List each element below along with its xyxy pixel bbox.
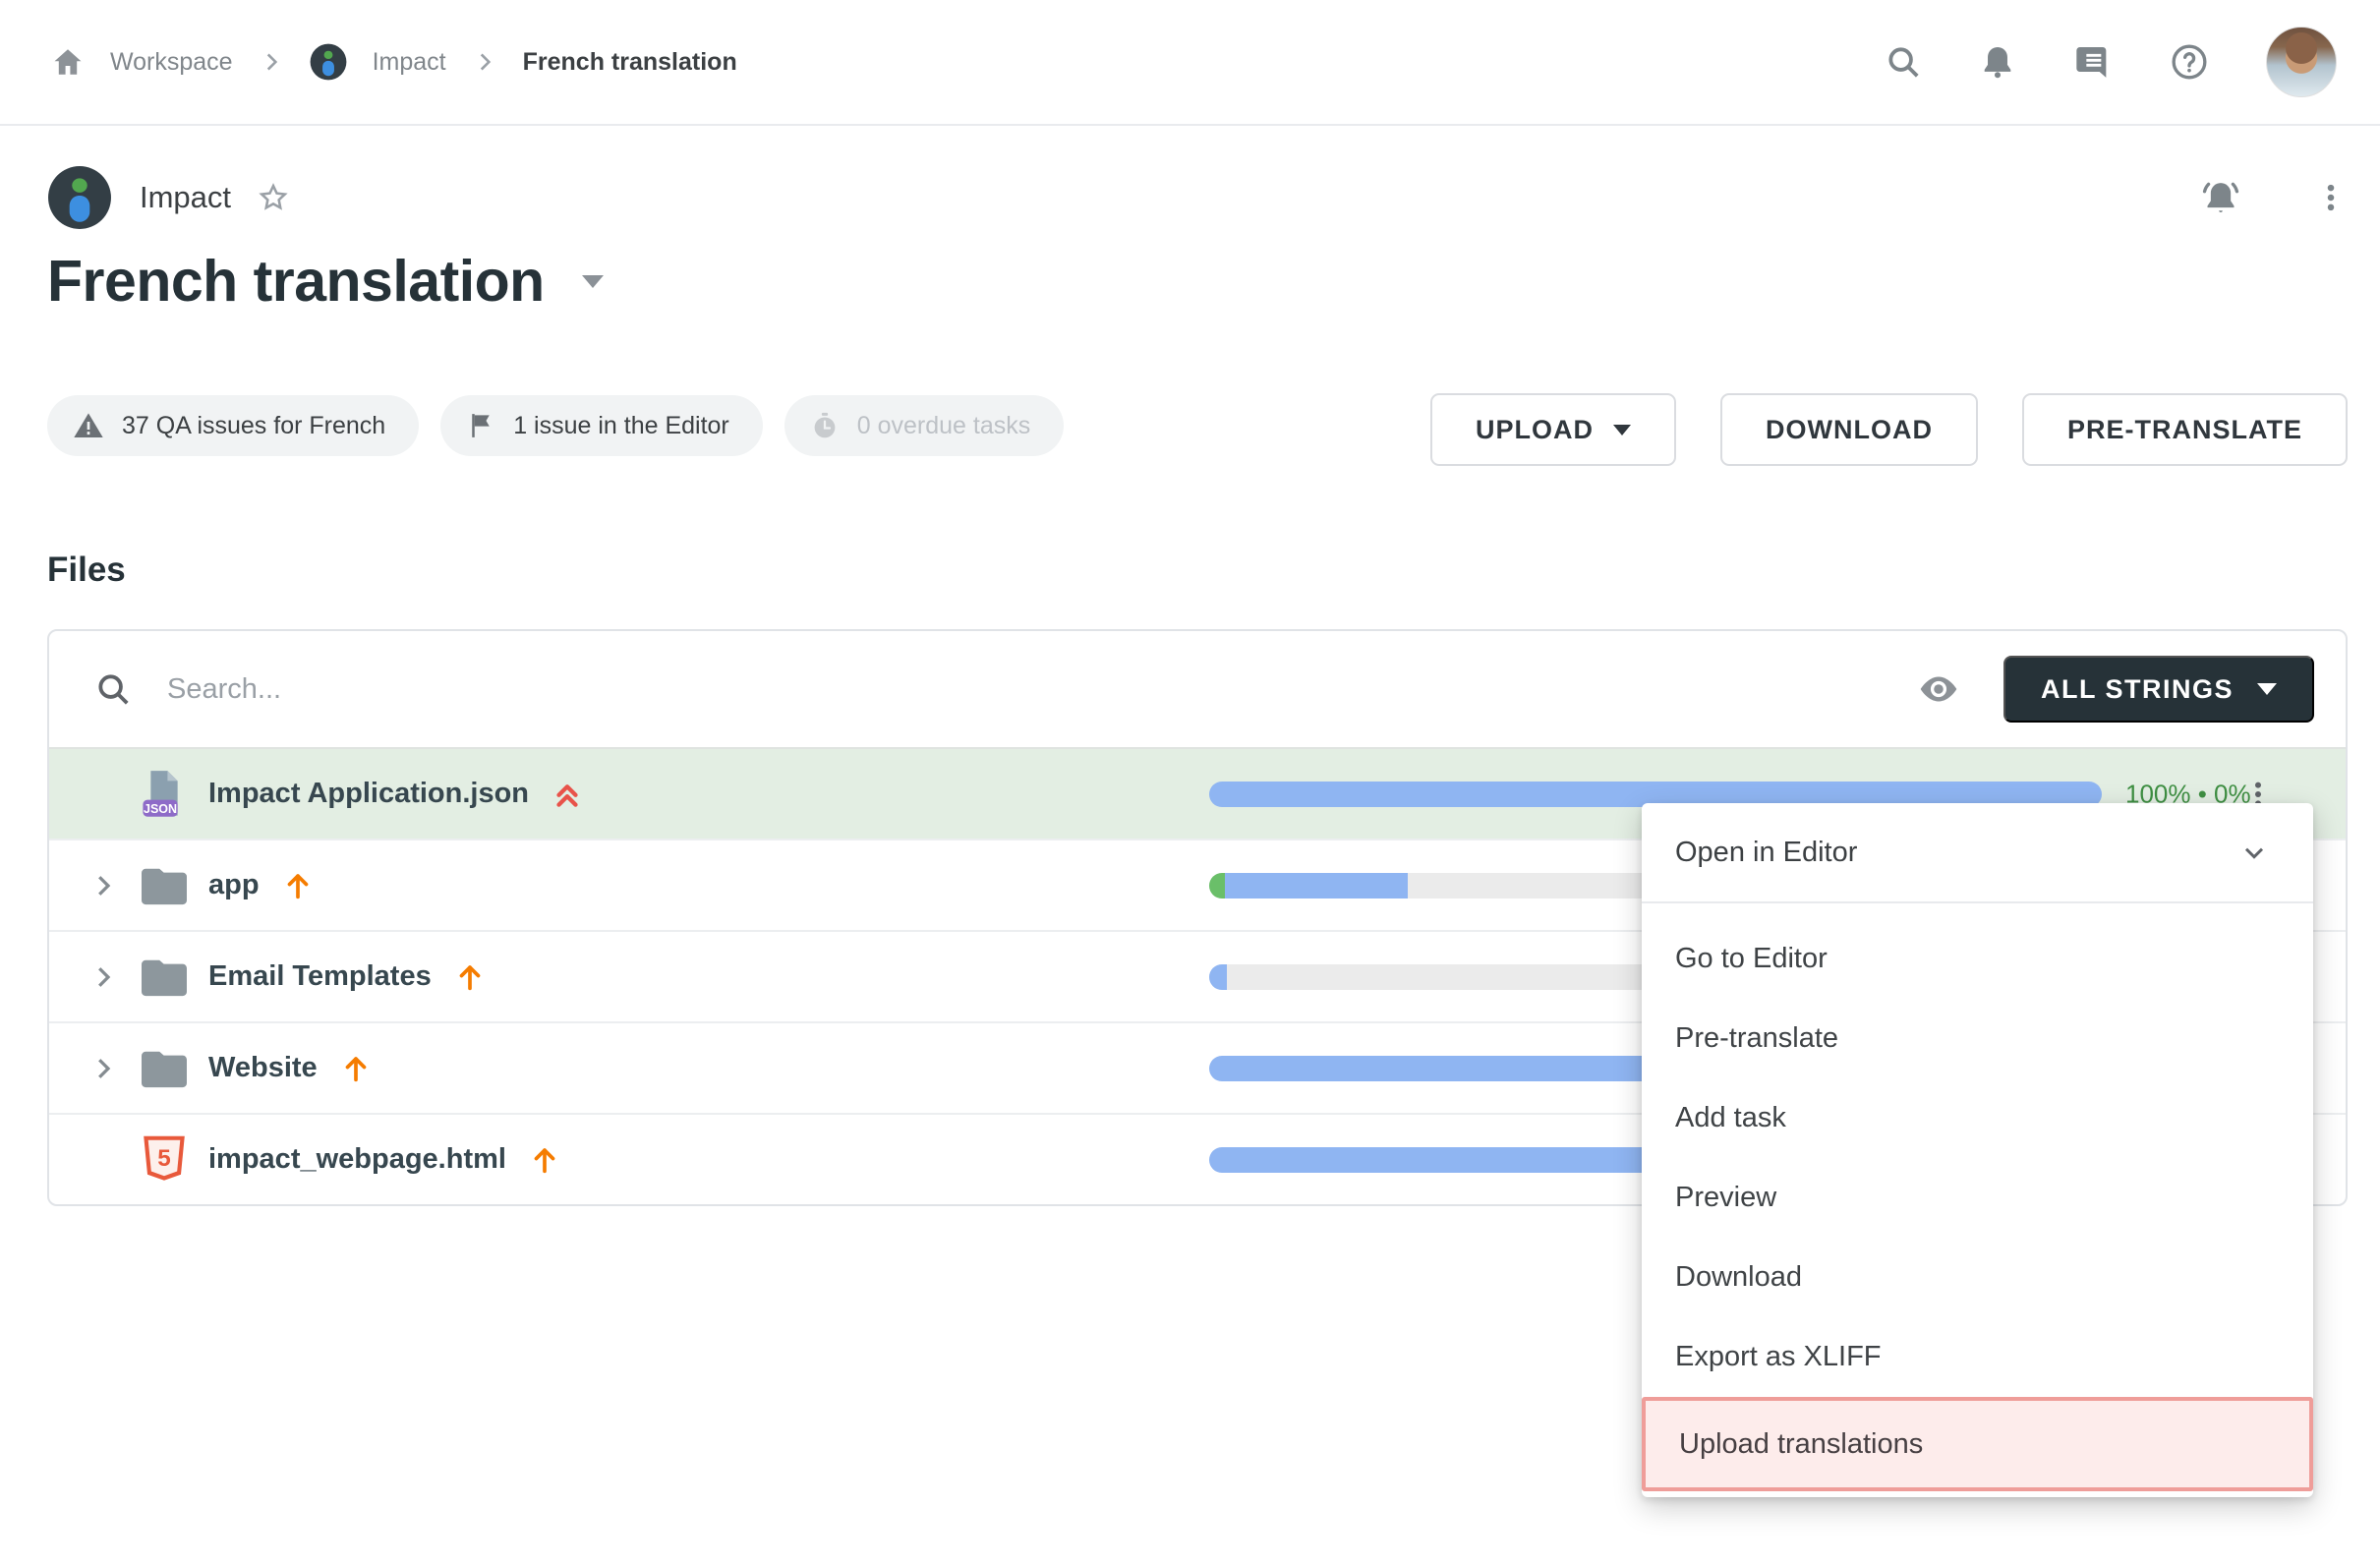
file-name: Impact Application.json <box>208 778 529 810</box>
flag-icon <box>466 411 495 440</box>
visibility-eye-icon[interactable] <box>1917 667 1960 711</box>
expand-chevron-icon[interactable] <box>88 871 118 900</box>
files-search-icon <box>94 670 132 708</box>
upload-button-label: UPLOAD <box>1476 415 1594 445</box>
search-icon[interactable] <box>1885 43 1922 81</box>
folder-name: Email Templates <box>208 960 432 993</box>
download-button-label: DOWNLOAD <box>1766 415 1933 445</box>
menu-item-download[interactable]: Download <box>1642 1238 2313 1317</box>
upload-arrow-icon <box>453 960 487 994</box>
qa-issues-label: 37 QA issues for French <box>122 412 385 440</box>
file-name: impact_webpage.html <box>208 1143 506 1176</box>
files-search-input[interactable] <box>167 673 1917 706</box>
overdue-tasks-badge[interactable]: 0 overdue tasks <box>784 395 1065 456</box>
upload-caret-icon <box>1613 425 1631 435</box>
user-avatar[interactable] <box>2266 27 2337 97</box>
help-icon[interactable] <box>2170 42 2209 82</box>
project-name: Impact <box>140 180 231 215</box>
warning-icon <box>73 410 104 441</box>
project-notifications-icon[interactable] <box>2200 177 2241 218</box>
folder-name: Website <box>208 1052 318 1084</box>
menu-item-open-in-editor[interactable]: Open in Editor <box>1642 803 2313 903</box>
chevron-down-icon <box>2238 837 2270 868</box>
file-context-menu: Open in Editor Go to Editor Pre-translat… <box>1642 803 2313 1497</box>
all-strings-filter-button[interactable]: ALL STRINGS <box>2003 656 2314 723</box>
svg-text:5: 5 <box>157 1145 171 1172</box>
project-logo-small <box>310 43 347 81</box>
folder-icon <box>142 1049 187 1088</box>
breadcrumb: Workspace Impact French translation <box>51 43 737 81</box>
pre-translate-button-label: PRE-TRANSLATE <box>2067 415 2302 445</box>
stopwatch-icon <box>810 411 840 440</box>
upload-arrow-icon <box>339 1052 373 1085</box>
home-icon[interactable] <box>51 45 85 79</box>
breadcrumb-current-page: French translation <box>523 48 737 77</box>
folder-icon <box>142 866 187 905</box>
overdue-tasks-label: 0 overdue tasks <box>857 412 1031 440</box>
expand-chevron-icon[interactable] <box>88 962 118 992</box>
qa-issues-badge[interactable]: 37 QA issues for French <box>47 395 419 456</box>
menu-item-export-as-xliff[interactable]: Export as XLIFF <box>1642 1317 2313 1397</box>
download-button[interactable]: DOWNLOAD <box>1720 393 1978 466</box>
project-logo <box>47 165 112 230</box>
files-section-heading: Files <box>47 551 126 590</box>
pre-translate-button[interactable]: PRE-TRANSLATE <box>2022 393 2348 466</box>
breadcrumb-project[interactable]: Impact <box>373 48 446 77</box>
menu-item-add-task[interactable]: Add task <box>1642 1078 2313 1158</box>
menu-item-pre-translate[interactable]: Pre-translate <box>1642 999 2313 1078</box>
chat-icon[interactable] <box>2073 42 2113 82</box>
page-title: French translation <box>47 248 545 315</box>
status-badges: 37 QA issues for French 1 issue in the E… <box>47 395 1064 456</box>
menu-header-label: Open in Editor <box>1675 837 1857 869</box>
upload-arrow-icon <box>528 1143 561 1177</box>
favorite-star-icon[interactable] <box>257 181 290 214</box>
notifications-icon[interactable] <box>1979 43 2016 81</box>
breadcrumb-separator-icon <box>259 49 284 75</box>
folder-name: app <box>208 869 260 901</box>
priority-double-chevron-up-icon <box>551 778 584 811</box>
upload-button[interactable]: UPLOAD <box>1430 393 1676 466</box>
title-dropdown-caret-icon[interactable] <box>582 275 604 288</box>
editor-issues-badge[interactable]: 1 issue in the Editor <box>440 395 763 456</box>
menu-item-preview[interactable]: Preview <box>1642 1158 2313 1238</box>
top-nav-bar: Workspace Impact French translation <box>0 0 2380 126</box>
svg-text:JSON: JSON <box>144 801 177 815</box>
html-file-icon: 5 <box>142 1134 187 1186</box>
project-more-kebab-icon[interactable] <box>2314 181 2348 214</box>
expand-chevron-icon[interactable] <box>88 1054 118 1083</box>
breadcrumb-workspace[interactable]: Workspace <box>110 48 233 77</box>
all-strings-label: ALL STRINGS <box>2041 674 2234 705</box>
menu-item-go-to-editor[interactable]: Go to Editor <box>1642 919 2313 999</box>
editor-issues-label: 1 issue in the Editor <box>513 412 729 440</box>
menu-item-upload-translations[interactable]: Upload translations <box>1642 1397 2313 1491</box>
all-strings-caret-icon <box>2257 683 2277 695</box>
upload-arrow-icon <box>281 869 315 902</box>
folder-icon <box>142 957 187 997</box>
breadcrumb-separator-icon <box>472 49 497 75</box>
json-file-icon: JSON <box>142 770 187 819</box>
files-toolbar: ALL STRINGS <box>49 631 2346 747</box>
